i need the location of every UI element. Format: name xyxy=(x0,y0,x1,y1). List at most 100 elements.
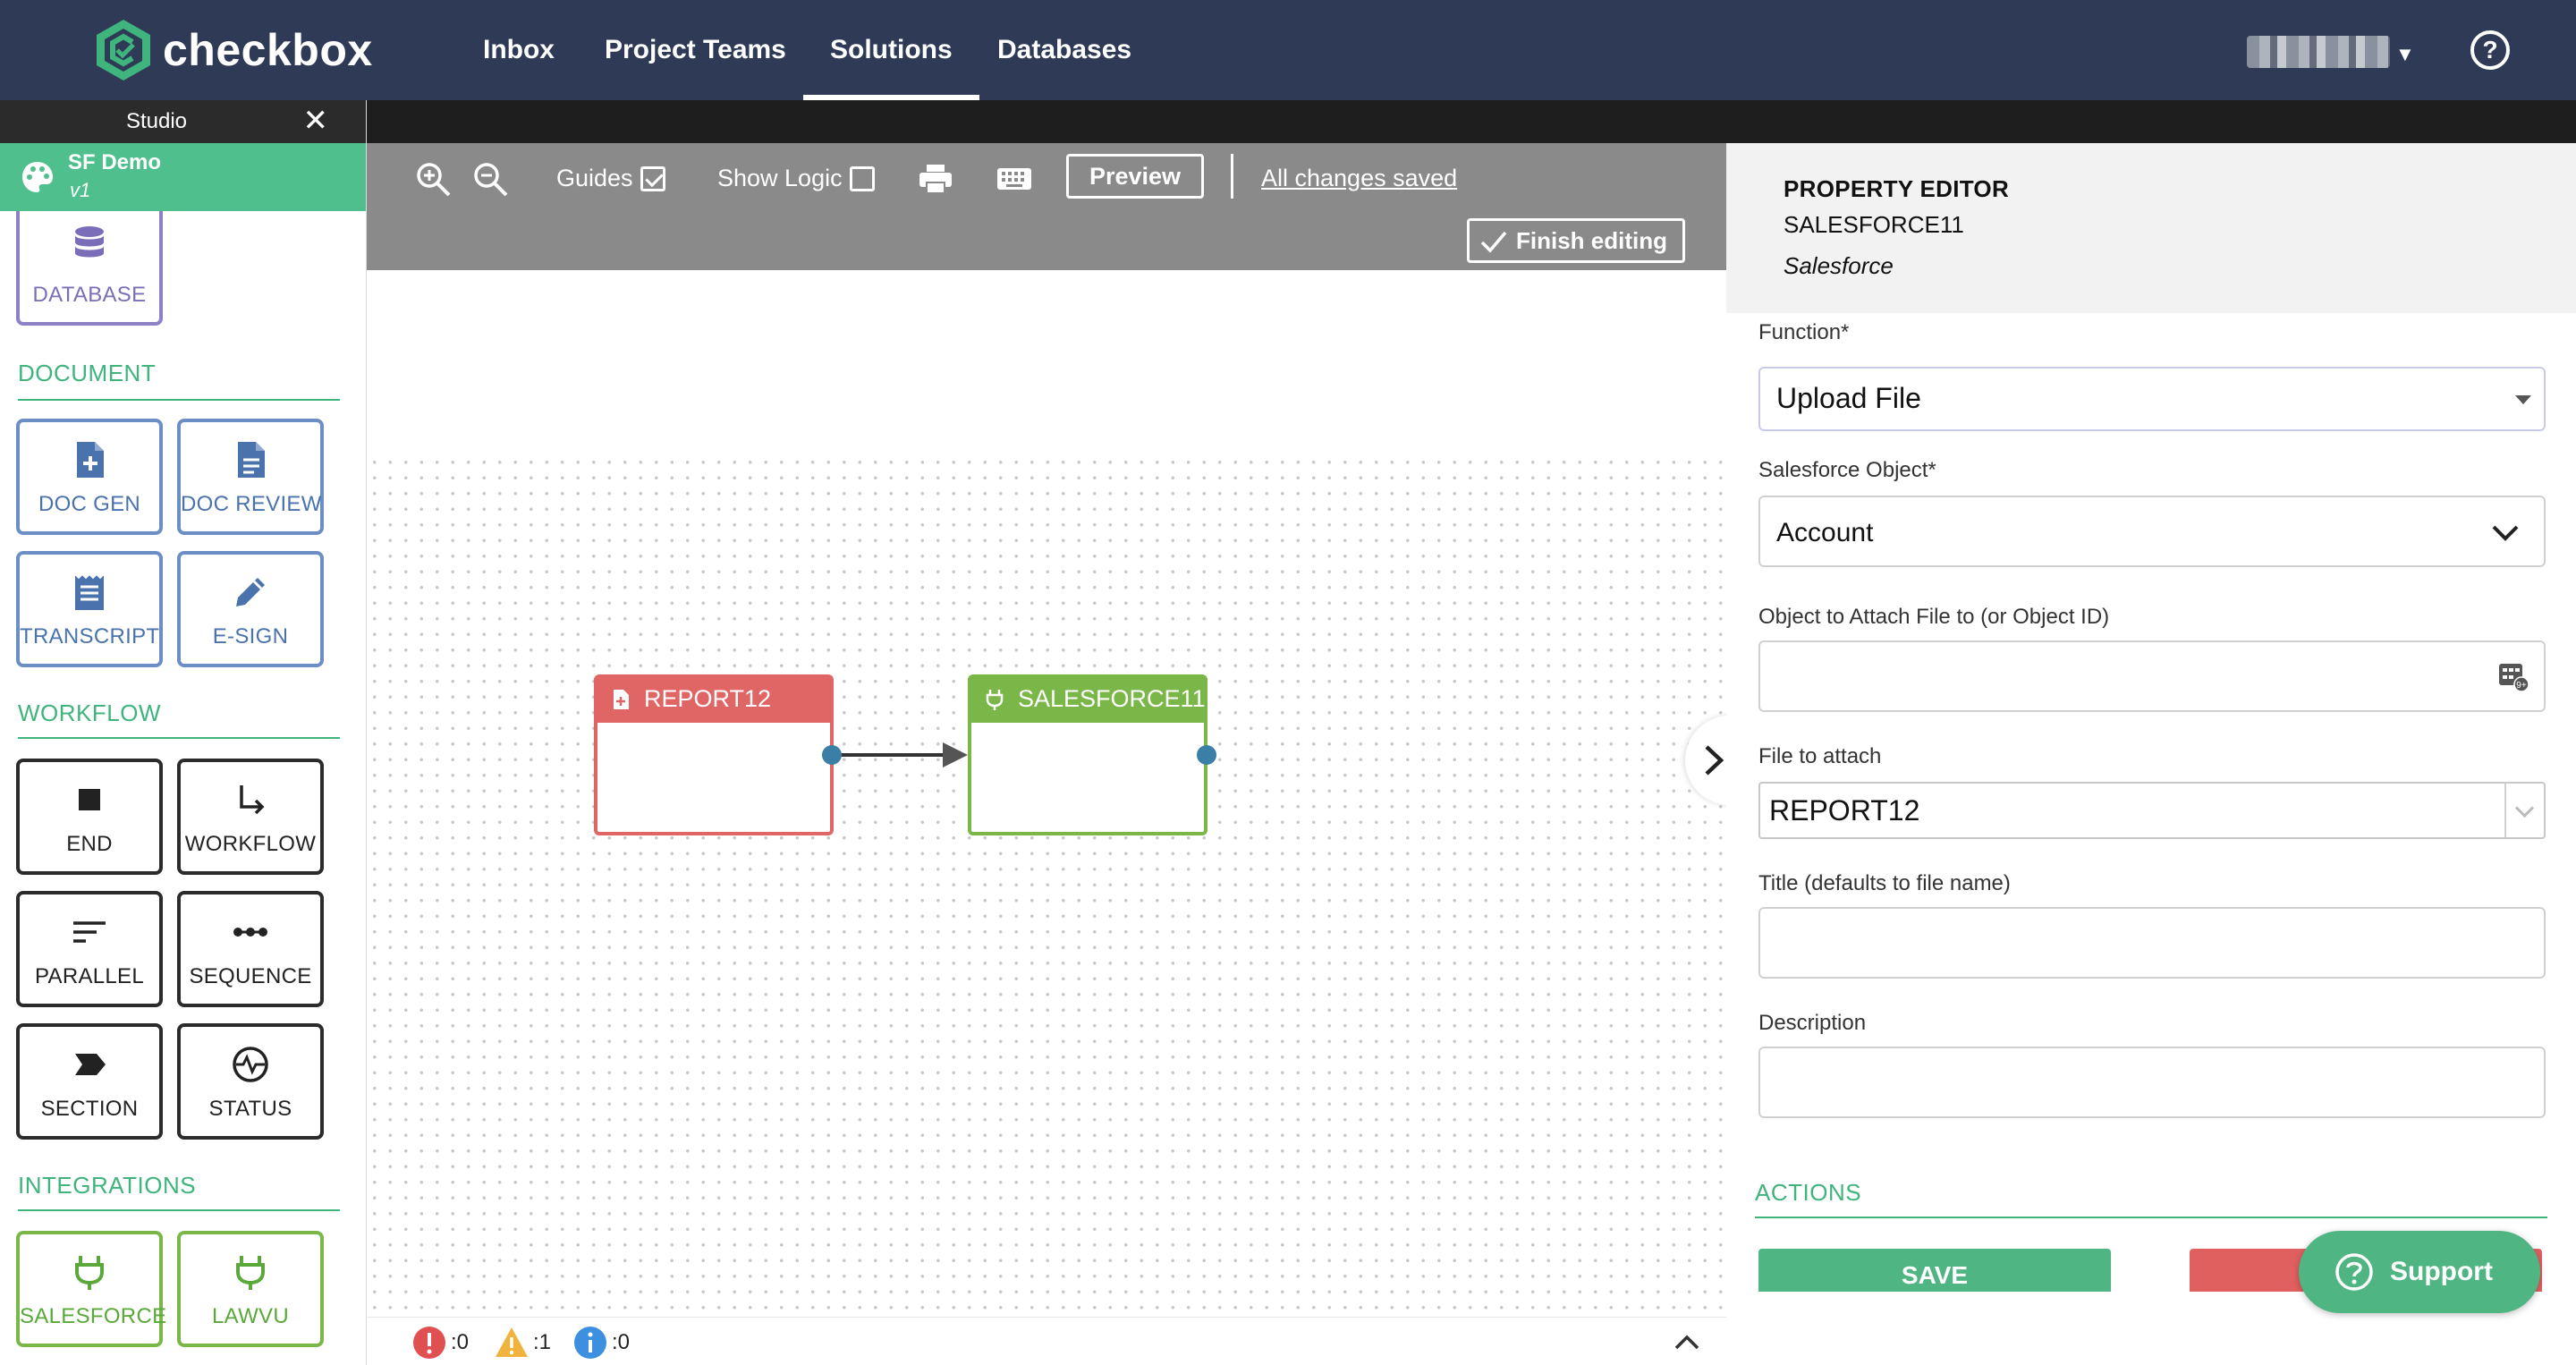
zoom-in-icon[interactable] xyxy=(413,159,453,199)
support-button[interactable]: Support xyxy=(2299,1231,2540,1313)
actions-section-title: ACTIONS xyxy=(1755,1179,1862,1206)
label-tag-icon xyxy=(75,1054,106,1075)
tile-end[interactable]: END xyxy=(16,759,163,875)
project-version: v1 xyxy=(70,179,91,201)
zoom-out-icon[interactable] xyxy=(470,159,510,199)
tile-section[interactable]: SECTION xyxy=(16,1023,163,1140)
tile-doc-gen[interactable]: DOC GEN xyxy=(16,419,163,535)
file-to-attach-value: REPORT12 xyxy=(1769,794,1920,827)
save-status-link[interactable]: All changes saved xyxy=(1261,165,1457,192)
node-report12-label: REPORT12 xyxy=(644,685,772,712)
tile-status[interactable]: STATUS xyxy=(177,1023,324,1140)
section-integrations: INTEGRATIONS xyxy=(18,1172,197,1199)
palette-icon xyxy=(22,162,53,192)
tile-parallel[interactable]: PARALLEL xyxy=(16,891,163,1007)
workflow-canvas[interactable]: REPORT12 SALESFORCE11 xyxy=(367,270,1726,1317)
info-count-value: :0 xyxy=(612,1330,631,1354)
description-label: Description xyxy=(1758,1011,1867,1035)
tile-end-label: END xyxy=(66,832,113,856)
title-input[interactable] xyxy=(1758,907,2546,979)
nav-databases[interactable]: Databases xyxy=(997,0,1131,100)
studio-header: Studio ✕ xyxy=(0,100,366,143)
node-report12[interactable]: REPORT12 xyxy=(594,674,834,835)
section-workflow: WORKFLOW xyxy=(18,699,161,726)
tile-e-sign[interactable]: E-SIGN xyxy=(177,551,324,667)
top-navigation-bar: checkbox Inbox Project Teams Solutions D… xyxy=(0,0,2576,100)
tile-salesforce-label: SALESFORCE xyxy=(20,1304,167,1328)
help-icon[interactable]: ? xyxy=(2470,30,2510,70)
node-report12-output-port[interactable] xyxy=(822,745,842,765)
user-menu-caret-icon[interactable]: ▼ xyxy=(2395,43,2415,66)
preview-button[interactable]: Preview xyxy=(1066,154,1204,199)
tile-database[interactable]: DATABASE xyxy=(16,211,163,326)
node-salesforce11[interactable]: SALESFORCE11 xyxy=(968,674,1208,835)
nav-project-teams[interactable]: Project Teams xyxy=(605,0,786,100)
property-editor-title: PROPERTY EDITOR xyxy=(1784,175,2010,202)
show-logic-checkbox[interactable] xyxy=(850,166,875,191)
node-salesforce11-output-port[interactable] xyxy=(1197,745,1216,765)
close-icon[interactable]: ✕ xyxy=(303,106,329,136)
help-circle-icon xyxy=(2335,1253,2373,1291)
section-divider xyxy=(18,737,340,739)
error-count[interactable]: :0 xyxy=(411,1327,469,1359)
toolbar-divider xyxy=(1231,154,1233,199)
file-to-attach-select[interactable]: REPORT12 xyxy=(1758,782,2546,839)
save-button[interactable]: SAVE xyxy=(1758,1249,2111,1292)
finish-editing-button[interactable]: Finish editing xyxy=(1467,218,1685,263)
chevron-right-icon xyxy=(1705,745,1724,776)
info-icon xyxy=(574,1327,606,1359)
app-name: checkbox xyxy=(163,25,373,75)
warning-count[interactable]: :1 xyxy=(494,1327,551,1359)
chevron-down-icon[interactable] xyxy=(2504,784,2544,837)
tile-transcript[interactable]: TRANSCRIPT xyxy=(16,551,163,667)
variable-picker-icon[interactable]: 9+ xyxy=(2497,660,2529,692)
selected-node-type: Salesforce xyxy=(1784,252,1894,279)
section-document: DOCUMENT xyxy=(18,360,157,386)
doc-gen-icon xyxy=(77,442,104,478)
section-divider xyxy=(18,399,340,401)
print-icon[interactable] xyxy=(916,159,955,199)
connector-arrowhead xyxy=(943,742,968,767)
keyboard-icon[interactable] xyxy=(995,159,1034,199)
tile-salesforce[interactable]: SALESFORCE xyxy=(16,1231,167,1347)
nav-solutions[interactable]: Solutions xyxy=(803,0,979,100)
nav-inbox[interactable]: Inbox xyxy=(483,0,555,100)
info-count[interactable]: :0 xyxy=(572,1327,630,1359)
description-input[interactable] xyxy=(1758,1047,2546,1118)
function-select[interactable]: Upload File xyxy=(1758,367,2546,431)
tile-sequence-label: SEQUENCE xyxy=(189,964,312,988)
user-menu-avatar[interactable] xyxy=(2247,36,2390,68)
salesforce-object-value: Account xyxy=(1776,518,1874,547)
checkbox-logo[interactable]: checkbox xyxy=(93,18,373,82)
plug-icon xyxy=(75,1256,104,1290)
chevron-up-icon[interactable] xyxy=(1673,1330,1701,1355)
guides-label[interactable]: Guides xyxy=(556,165,633,192)
transcript-icon xyxy=(74,575,105,610)
tile-database-label: DATABASE xyxy=(32,283,147,307)
tile-doc-review-label: DOC REVIEW xyxy=(181,492,322,516)
tile-workflow-label: WORKFLOW xyxy=(184,832,317,856)
heartbeat-icon xyxy=(233,1047,268,1082)
tile-lawvu[interactable]: LAWVU xyxy=(177,1231,324,1347)
svg-text:9+: 9+ xyxy=(2516,681,2527,691)
tile-doc-review[interactable]: DOC REVIEW xyxy=(177,419,324,535)
tile-e-sign-label: E-SIGN xyxy=(212,624,289,649)
canvas-toolbar: Guides Show Logic Preview All changes sa… xyxy=(367,143,1726,270)
node-salesforce11-label: SALESFORCE11 xyxy=(1018,685,1206,712)
project-header: SF Demo v1 xyxy=(0,143,366,211)
title-label: Title (defaults to file name) xyxy=(1758,871,2011,895)
tile-lawvu-label: LAWVU xyxy=(212,1304,289,1328)
guides-checkbox[interactable] xyxy=(640,166,665,191)
plug-icon xyxy=(986,690,1004,710)
warning-icon xyxy=(496,1327,528,1357)
salesforce-object-select[interactable]: Account xyxy=(1758,496,2546,567)
show-logic-label[interactable]: Show Logic xyxy=(717,165,843,192)
plug-icon xyxy=(236,1256,265,1290)
stop-icon xyxy=(79,789,100,810)
tile-workflow[interactable]: WORKFLOW xyxy=(177,759,324,875)
dropdown-caret-icon xyxy=(2515,395,2531,404)
doc-review-icon xyxy=(238,442,265,478)
tile-sequence[interactable]: SEQUENCE xyxy=(177,891,324,1007)
attach-object-label: Object to Attach File to (or Object ID) xyxy=(1758,605,2110,629)
attach-object-input[interactable]: 9+ xyxy=(1758,640,2546,712)
